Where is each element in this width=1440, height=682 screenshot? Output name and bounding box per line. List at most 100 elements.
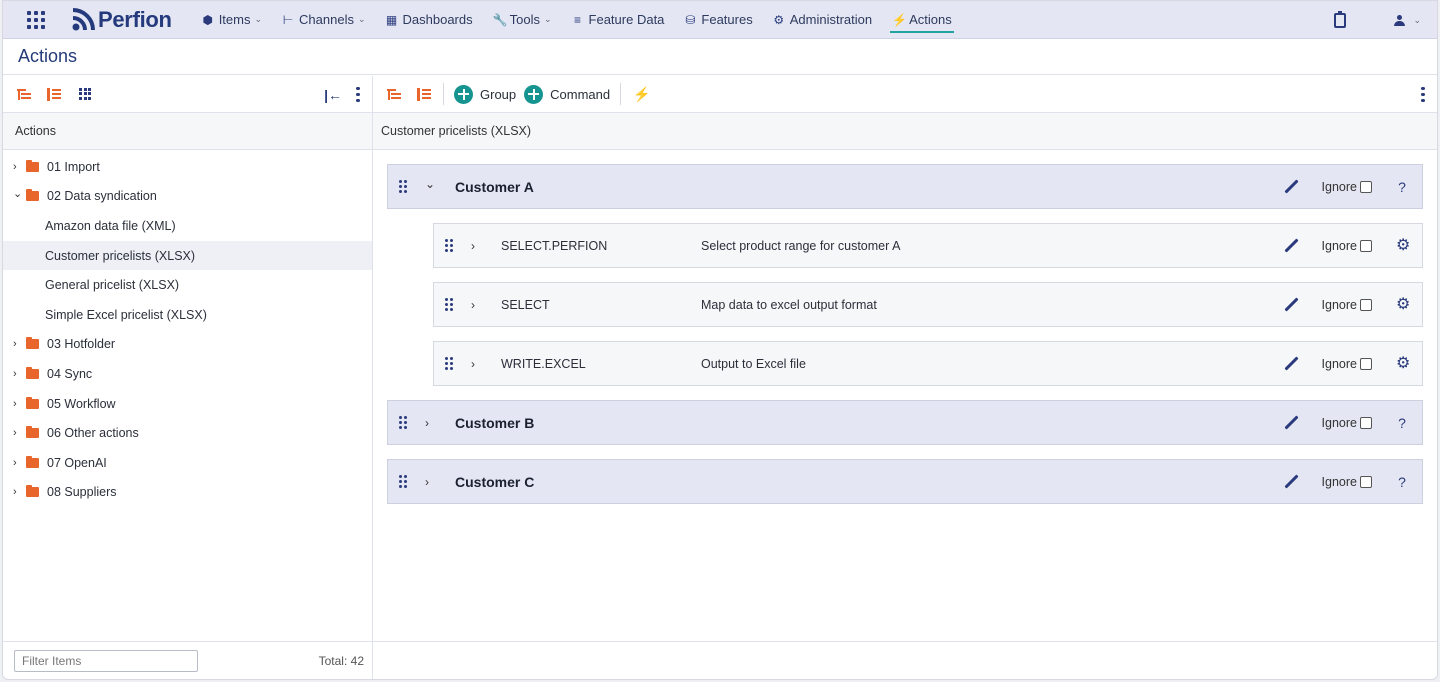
nav-item-feature-data[interactable]: ≡ Feature Data: [562, 1, 675, 39]
edit-pencil-icon[interactable]: [1283, 356, 1299, 371]
chevron-right-icon[interactable]: ›: [13, 161, 23, 173]
chevron-right-icon[interactable]: ›: [471, 357, 481, 371]
drag-handle-icon[interactable]: [445, 298, 453, 311]
nav-item-label: Tools: [509, 12, 540, 27]
nav-item-dashboards[interactable]: ▦ Dashboards: [376, 1, 483, 39]
tree-folder-item[interactable]: › 03 Hotfolder: [3, 330, 372, 360]
tree-folder-item[interactable]: › 06 Other actions: [3, 418, 372, 448]
gear-icon[interactable]: ⚙: [1396, 237, 1410, 254]
collapse-pane-icon[interactable]: |←: [324, 87, 342, 103]
edit-pencil-icon[interactable]: [1283, 415, 1299, 430]
chevron-down-icon[interactable]: ⌄: [425, 177, 435, 191]
ignore-label: Ignore: [1321, 474, 1357, 489]
tree-folder-item[interactable]: › 07 OpenAI: [3, 448, 372, 478]
chevron-right-icon[interactable]: ›: [13, 338, 23, 350]
more-options-icon[interactable]: [356, 86, 360, 103]
ignore-label: Ignore: [1321, 415, 1357, 430]
drag-handle-icon[interactable]: [399, 416, 407, 429]
nav-item-actions[interactable]: ⚡ Actions: [882, 1, 962, 39]
action-group-row[interactable]: › Customer B Ignore?: [387, 400, 1423, 445]
action-group-row[interactable]: ⌄ Customer A Ignore?: [387, 164, 1423, 209]
tree-view-button[interactable]: [385, 85, 403, 103]
chevron-right-icon[interactable]: ›: [13, 427, 23, 439]
action-command-row[interactable]: › SELECT.PERFION Select product range for …: [433, 223, 1423, 268]
tree-action-item[interactable]: Amazon data file (XML): [3, 211, 372, 241]
list-view-button[interactable]: [45, 85, 63, 103]
nav-right-tools: ⌄: [1334, 1, 1421, 39]
chevron-down-icon[interactable]: ⌄: [13, 187, 23, 200]
edit-pencil-icon[interactable]: [1283, 179, 1299, 194]
tree-folder-item[interactable]: › 05 Workflow: [3, 389, 372, 419]
brand-logo[interactable]: Perfion: [70, 7, 172, 33]
chevron-right-icon[interactable]: ›: [471, 239, 481, 253]
ignore-checkbox[interactable]: [1360, 357, 1372, 370]
nav-item-tools[interactable]: 🔧 Tools ⌄: [483, 1, 562, 39]
edit-pencil-icon[interactable]: [1283, 238, 1299, 253]
tree-action-item[interactable]: Simple Excel pricelist (XLSX): [3, 300, 372, 330]
gear-icon[interactable]: ⚙: [1396, 355, 1410, 372]
nav-item-administration[interactable]: ⚙ Administration: [763, 1, 882, 39]
chevron-down-icon: ⌄: [543, 14, 552, 24]
drag-handle-icon[interactable]: [445, 239, 453, 252]
row-controls: Ignore?: [1283, 401, 1408, 444]
drag-handle-icon[interactable]: [399, 475, 407, 488]
action-command-row[interactable]: › SELECT Map data to excel output format Ig…: [433, 282, 1423, 327]
tree-action-item[interactable]: Customer pricelists (XLSX): [3, 240, 372, 271]
gear-icon: ⚙: [773, 12, 785, 27]
chevron-right-icon[interactable]: ›: [13, 486, 23, 498]
ignore-checkbox[interactable]: [1360, 298, 1372, 311]
app-grid-icon[interactable]: [25, 9, 47, 31]
nav-item-items[interactable]: ⬢ Items ⌄: [192, 1, 272, 39]
app-window: Perfion ⬢ Items ⌄ ⊢ Channels ⌄ ▦ Dashboards 🔧 Too…: [2, 0, 1438, 680]
add-group-button[interactable]: Group: [454, 84, 517, 104]
group-name: Customer A: [455, 178, 534, 195]
grid-view-button[interactable]: [77, 85, 95, 103]
run-action-icon[interactable]: ⚡: [633, 86, 650, 103]
edit-pencil-icon[interactable]: [1283, 297, 1299, 312]
nav-item-label: Actions: [909, 12, 952, 27]
chevron-right-icon[interactable]: ›: [13, 457, 23, 469]
filter-items-input[interactable]: [14, 649, 198, 672]
user-menu[interactable]: ⌄: [1394, 14, 1421, 26]
tree-item-label: Customer pricelists (XLSX): [45, 248, 196, 263]
ignore-checkbox[interactable]: [1360, 239, 1372, 252]
chevron-right-icon[interactable]: ›: [13, 368, 23, 380]
more-options-icon[interactable]: [1421, 86, 1425, 103]
tree-folder-item[interactable]: ⌄ 02 Data syndication: [3, 182, 372, 212]
nav-item-channels[interactable]: ⊢ Channels ⌄: [272, 1, 375, 39]
tree-view-button[interactable]: [15, 85, 33, 103]
tree-folder-item[interactable]: › 08 Suppliers: [3, 478, 372, 508]
chevron-right-icon[interactable]: ›: [471, 298, 481, 312]
drag-handle-icon[interactable]: [445, 357, 453, 370]
chevron-right-icon[interactable]: ›: [13, 398, 23, 410]
chevron-right-icon[interactable]: ›: [425, 416, 435, 430]
brand-name: Perfion: [98, 6, 172, 32]
ignore-checkbox[interactable]: [1360, 416, 1372, 429]
add-command-button[interactable]: Command: [524, 84, 610, 104]
edit-pencil-icon[interactable]: [1283, 474, 1299, 489]
tree-folder-item[interactable]: › 04 Sync: [3, 359, 372, 389]
list-view-button[interactable]: [415, 85, 433, 103]
folder-icon: [26, 366, 39, 379]
action-command-row[interactable]: › WRITE.EXCEL Output to Excel file Ignore ⚙: [433, 341, 1423, 386]
clipboard-icon[interactable]: [1334, 10, 1347, 28]
help-icon[interactable]: ?: [1396, 474, 1408, 490]
drag-handle-icon[interactable]: [399, 180, 407, 193]
list-icon: ≡: [574, 12, 582, 27]
chevron-right-icon[interactable]: ›: [425, 475, 435, 489]
nav-item-features[interactable]: ⛁ Features: [674, 1, 762, 39]
tree-item-label: 01 Import: [47, 159, 100, 174]
help-icon[interactable]: ?: [1396, 415, 1408, 431]
tree-folder-item[interactable]: › 01 Import: [3, 152, 372, 182]
wrench-icon: 🔧: [492, 12, 508, 27]
action-group-row[interactable]: › Customer C Ignore?: [387, 459, 1423, 504]
help-icon[interactable]: ?: [1396, 179, 1408, 195]
tree-action-item[interactable]: General pricelist (XLSX): [3, 270, 372, 300]
ignore-checkbox[interactable]: [1360, 180, 1372, 193]
page-title: Actions: [3, 39, 1437, 75]
add-group-label: Group: [480, 86, 517, 102]
row-controls: Ignore ⚙: [1283, 224, 1410, 267]
gear-icon[interactable]: ⚙: [1396, 296, 1410, 313]
ignore-checkbox[interactable]: [1360, 475, 1372, 488]
row-controls: Ignore?: [1283, 165, 1408, 208]
